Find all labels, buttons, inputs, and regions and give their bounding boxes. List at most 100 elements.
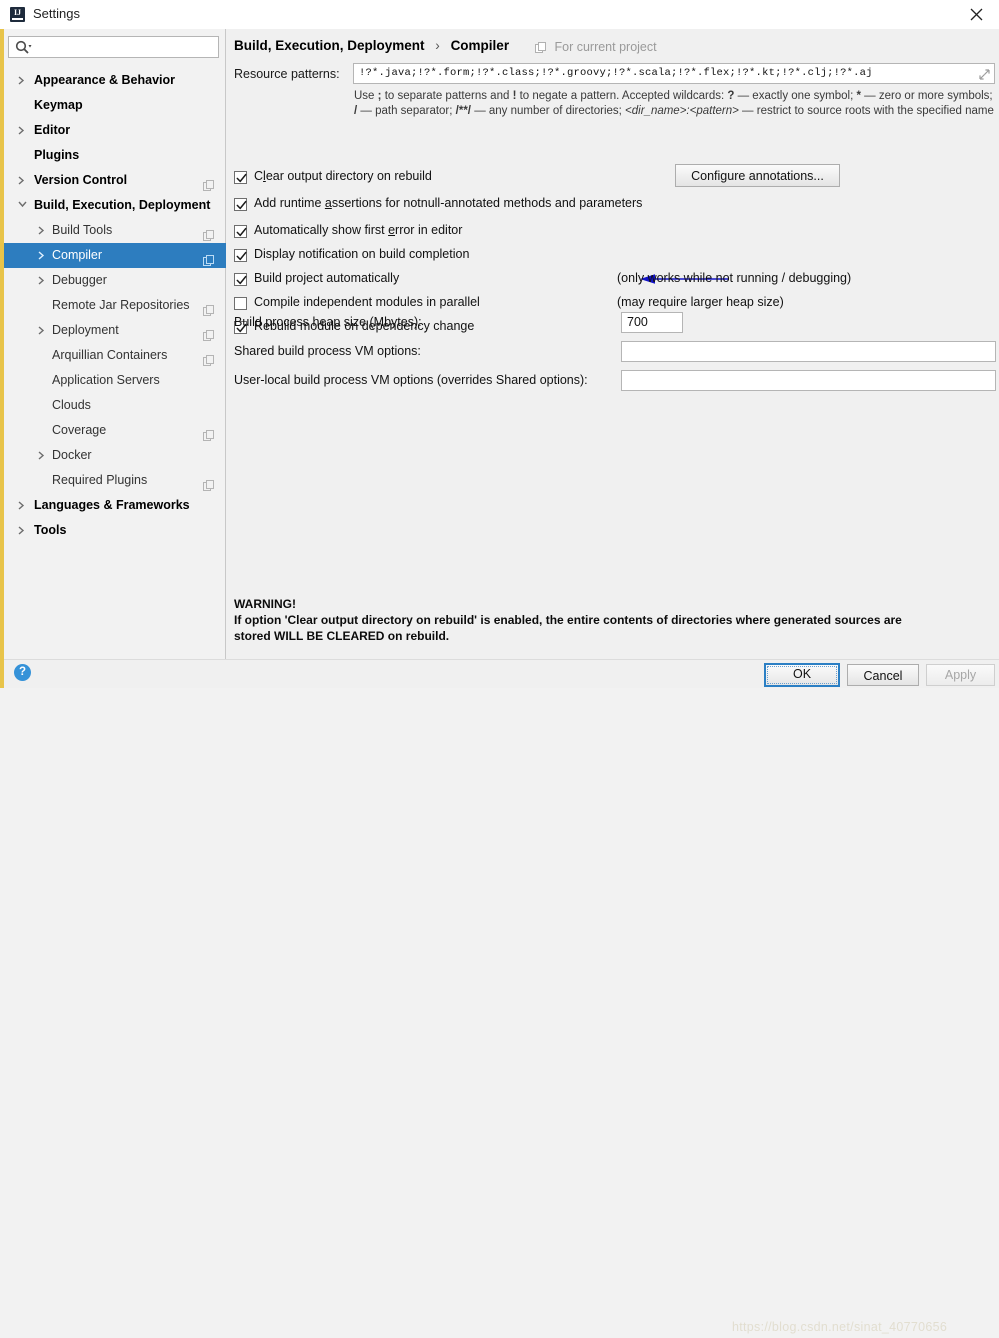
checkbox-label: Build project automatically [254,271,400,285]
search-box[interactable] [8,36,219,59]
sidebar-item-label: Version Control [34,173,128,187]
sidebar-item-keymap[interactable]: Keymap [4,93,226,118]
checkbox-checked-icon[interactable] [234,273,247,286]
project-scope-icon [203,225,214,241]
sidebar-item-debugger[interactable]: Debugger [4,268,226,293]
checkbox-checked-icon[interactable] [234,249,247,262]
chevron-right-icon[interactable] [16,118,28,143]
checkbox-unchecked-icon[interactable] [234,297,247,310]
sidebar-item-deployment[interactable]: Deployment [4,318,226,343]
chevron-right-icon[interactable] [16,518,28,543]
checkbox-label: Clear output directory on rebuild [254,169,432,183]
sidebar-item-label: Remote Jar Repositories [52,298,190,312]
shared-vm-options-input[interactable] [621,341,996,362]
intellij-idea-icon: IJ [10,7,25,22]
help-question-icon[interactable]: ? [14,664,31,681]
sidebar-item-compiler[interactable]: Compiler [4,243,226,268]
chevron-right-icon[interactable] [16,68,28,93]
sidebar-item-label: Editor [34,123,71,137]
chevron-right-icon[interactable] [16,493,28,518]
checkbox-checked-icon[interactable] [234,225,247,238]
apply-button: Apply [926,664,995,686]
sidebar-item-tools[interactable]: Tools [4,518,226,543]
heap-size-input[interactable]: 700 [621,312,683,333]
sidebar-item-label: Application Servers [52,373,160,387]
sidebar-item-build-execution-deployment[interactable]: Build, Execution, Deployment [4,193,226,218]
sidebar-item-label: Deployment [52,323,119,337]
project-scope-icon [203,475,214,491]
breadcrumb-separator: › [435,38,440,53]
sidebar-item-version-control[interactable]: Version Control [4,168,226,193]
shared-vm-options-label: Shared build process VM options: [234,344,421,358]
sidebar-item-application-servers[interactable]: Application Servers [4,368,226,393]
sidebar-item-label: Languages & Frameworks [34,498,190,512]
help-glyph: ? [18,666,27,678]
chevron-right-icon[interactable] [36,218,48,243]
sidebar-item-label: Tools [34,523,67,537]
project-scope-icon [203,350,214,366]
project-scope-icon [203,425,214,441]
sidebar-item-coverage[interactable]: Coverage [4,418,226,443]
breadcrumb-parent[interactable]: Build, Execution, Deployment [234,38,425,53]
help-text-fragment: Use [354,90,378,102]
settings-tree: Appearance & Behavior Keymap Editor Plugins… [4,68,226,543]
project-scope-label: For current project [554,40,657,54]
title-bar: IJ Settings [0,0,999,29]
checkbox-label: Automatically show first error in editor [254,223,463,237]
project-scope-icon [203,300,214,316]
project-scope-icon [203,325,214,341]
chevron-right-icon[interactable] [36,243,48,268]
help-text-fragment: <dir_name>:<pattern> [625,105,739,117]
user-local-vm-options-input[interactable] [621,370,996,391]
sidebar-item-build-tools[interactable]: Build Tools [4,218,226,243]
sidebar-item-label: Required Plugins [52,473,148,487]
sidebar-item-label: Debugger [52,273,107,287]
sidebar-item-required-plugins[interactable]: Required Plugins [4,468,226,493]
warning-heading: WARNING! [234,597,296,611]
cancel-button[interactable]: Cancel [847,664,919,686]
expand-editor-icon[interactable] [979,69,990,83]
sidebar-item-editor[interactable]: Editor [4,118,226,143]
checkbox-label: Compile independent modules in parallel [254,295,480,309]
help-text-fragment: to separate patterns and [381,90,513,102]
sidebar-item-languages-frameworks[interactable]: Languages & Frameworks [4,493,226,518]
watermark: https://blog.csdn.net/sinat_40770656 [732,1320,948,1334]
configure-annotations-button[interactable]: Configure annotations... [675,164,840,187]
heap-size-value: 700 [627,315,648,329]
sidebar-item-label: Docker [52,448,92,462]
help-text-fragment: — zero or more symbols; [860,90,993,102]
project-scope-note: For current project [535,40,657,56]
sidebar-item-label: Build, Execution, Deployment [34,198,211,212]
sidebar-item-label: Clouds [52,398,91,412]
checkbox-checked-icon[interactable] [234,171,247,184]
chevron-right-icon[interactable] [36,443,48,468]
chevron-right-icon[interactable] [36,268,48,293]
sidebar-item-arquillian-containers[interactable]: Arquillian Containers [4,343,226,368]
content-pane: Build, Execution, Deployment › Compiler … [227,29,999,659]
help-text-fragment: /**/ [455,105,471,117]
close-icon[interactable] [953,0,999,29]
help-text-fragment: to negate a pattern. Accepted wildcards: [516,90,728,102]
sidebar-item-remote-jar-repositories[interactable]: Remote Jar Repositories [4,293,226,318]
project-scope-icon [203,250,214,266]
checkbox-checked-icon[interactable] [234,198,247,211]
window-title: Settings [33,6,80,21]
chevron-right-icon[interactable] [36,318,48,343]
sidebar-item-appearance-behavior[interactable]: Appearance & Behavior [4,68,226,93]
ok-button[interactable]: OK [764,663,840,687]
sidebar-item-clouds[interactable]: Clouds [4,393,226,418]
sidebar-item-plugins[interactable]: Plugins [4,143,226,168]
dialog-footer: ? https://blog.csdn.net/sinat_40770656 O… [4,659,999,1334]
search-input[interactable] [39,37,219,59]
user-local-vm-options-label: User-local build process VM options (ove… [234,373,588,387]
settings-dialog: IJ Settings Appearance & Behavior Keymap E… [0,0,999,1334]
sidebar-item-docker[interactable]: Docker [4,443,226,468]
chevron-right-icon[interactable] [16,168,28,193]
checkbox-label: Add runtime assertions for notnull-annot… [254,196,643,210]
sidebar-item-label: Keymap [34,98,83,112]
resource-patterns-value: !?*.java;!?*.form;!?*.class;!?*.groovy;!… [359,67,873,79]
resource-patterns-label: Resource patterns: [234,67,340,81]
sidebar-item-label: Plugins [34,148,80,162]
chevron-down-icon[interactable] [16,193,28,218]
resource-patterns-input[interactable]: !?*.java;!?*.form;!?*.class;!?*.groovy;!… [353,63,995,84]
